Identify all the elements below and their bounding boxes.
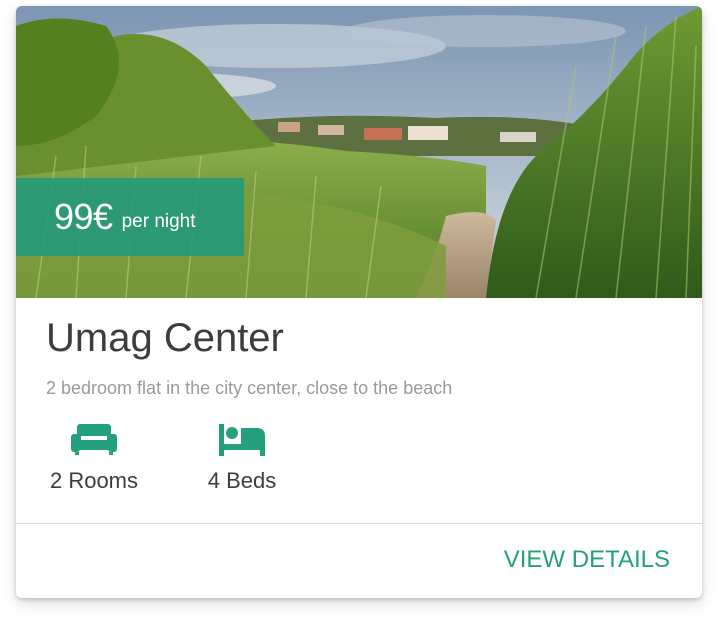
listing-photo: 99€ per night xyxy=(16,6,702,298)
card-actions: VIEW DETAILS xyxy=(16,524,702,598)
feature-rooms-label: 2 Rooms xyxy=(49,468,139,493)
listing-details: Umag Center 2 bedroom flat in the city c… xyxy=(16,298,702,524)
sofa-icon xyxy=(71,424,117,455)
listing-card: 99€ per night Umag Center 2 bedroom flat… xyxy=(16,6,702,598)
feature-rooms: 2 Rooms xyxy=(46,422,142,494)
listing-description: 2 bedroom flat in the city center, close… xyxy=(46,378,453,398)
feature-beds-label: 4 Beds xyxy=(207,468,277,493)
price-badge: 99€ per night xyxy=(16,178,244,256)
feature-beds: 4 Beds xyxy=(206,422,278,494)
listing-title: Umag Center xyxy=(46,316,284,360)
view-details-button[interactable]: VIEW DETAILS xyxy=(504,546,670,574)
bed-icon xyxy=(219,424,265,456)
price-unit: per night xyxy=(121,211,196,232)
price-amount: 99€ xyxy=(54,196,113,237)
